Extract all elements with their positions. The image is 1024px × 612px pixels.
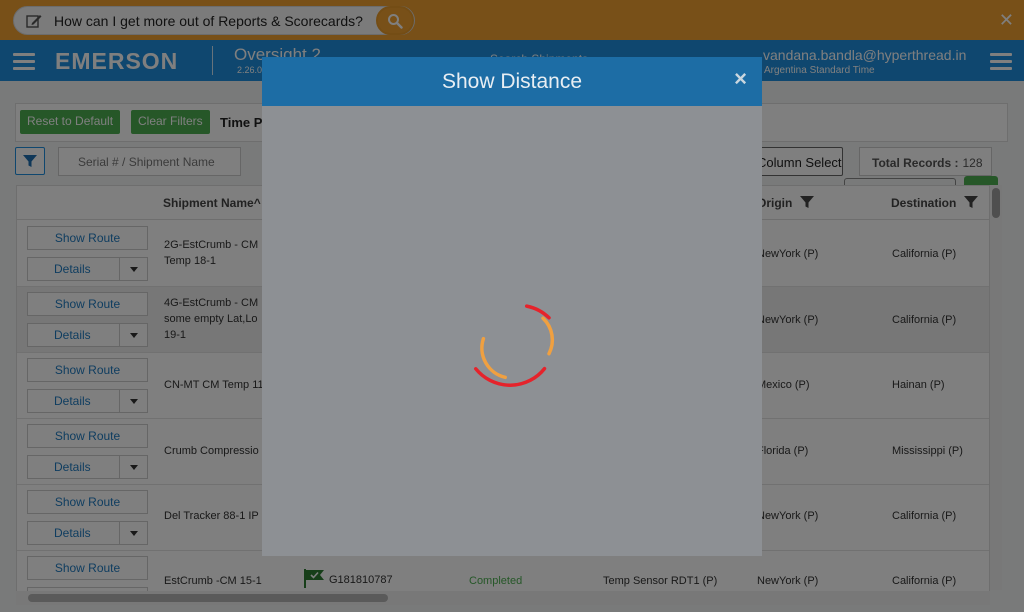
show-distance-modal: Show Distance × [262,57,762,556]
close-icon[interactable]: × [734,68,747,90]
modal-title: Show Distance [441,70,583,93]
loading-spinner-icon [474,304,555,387]
modal-header: Show Distance × [262,57,762,106]
